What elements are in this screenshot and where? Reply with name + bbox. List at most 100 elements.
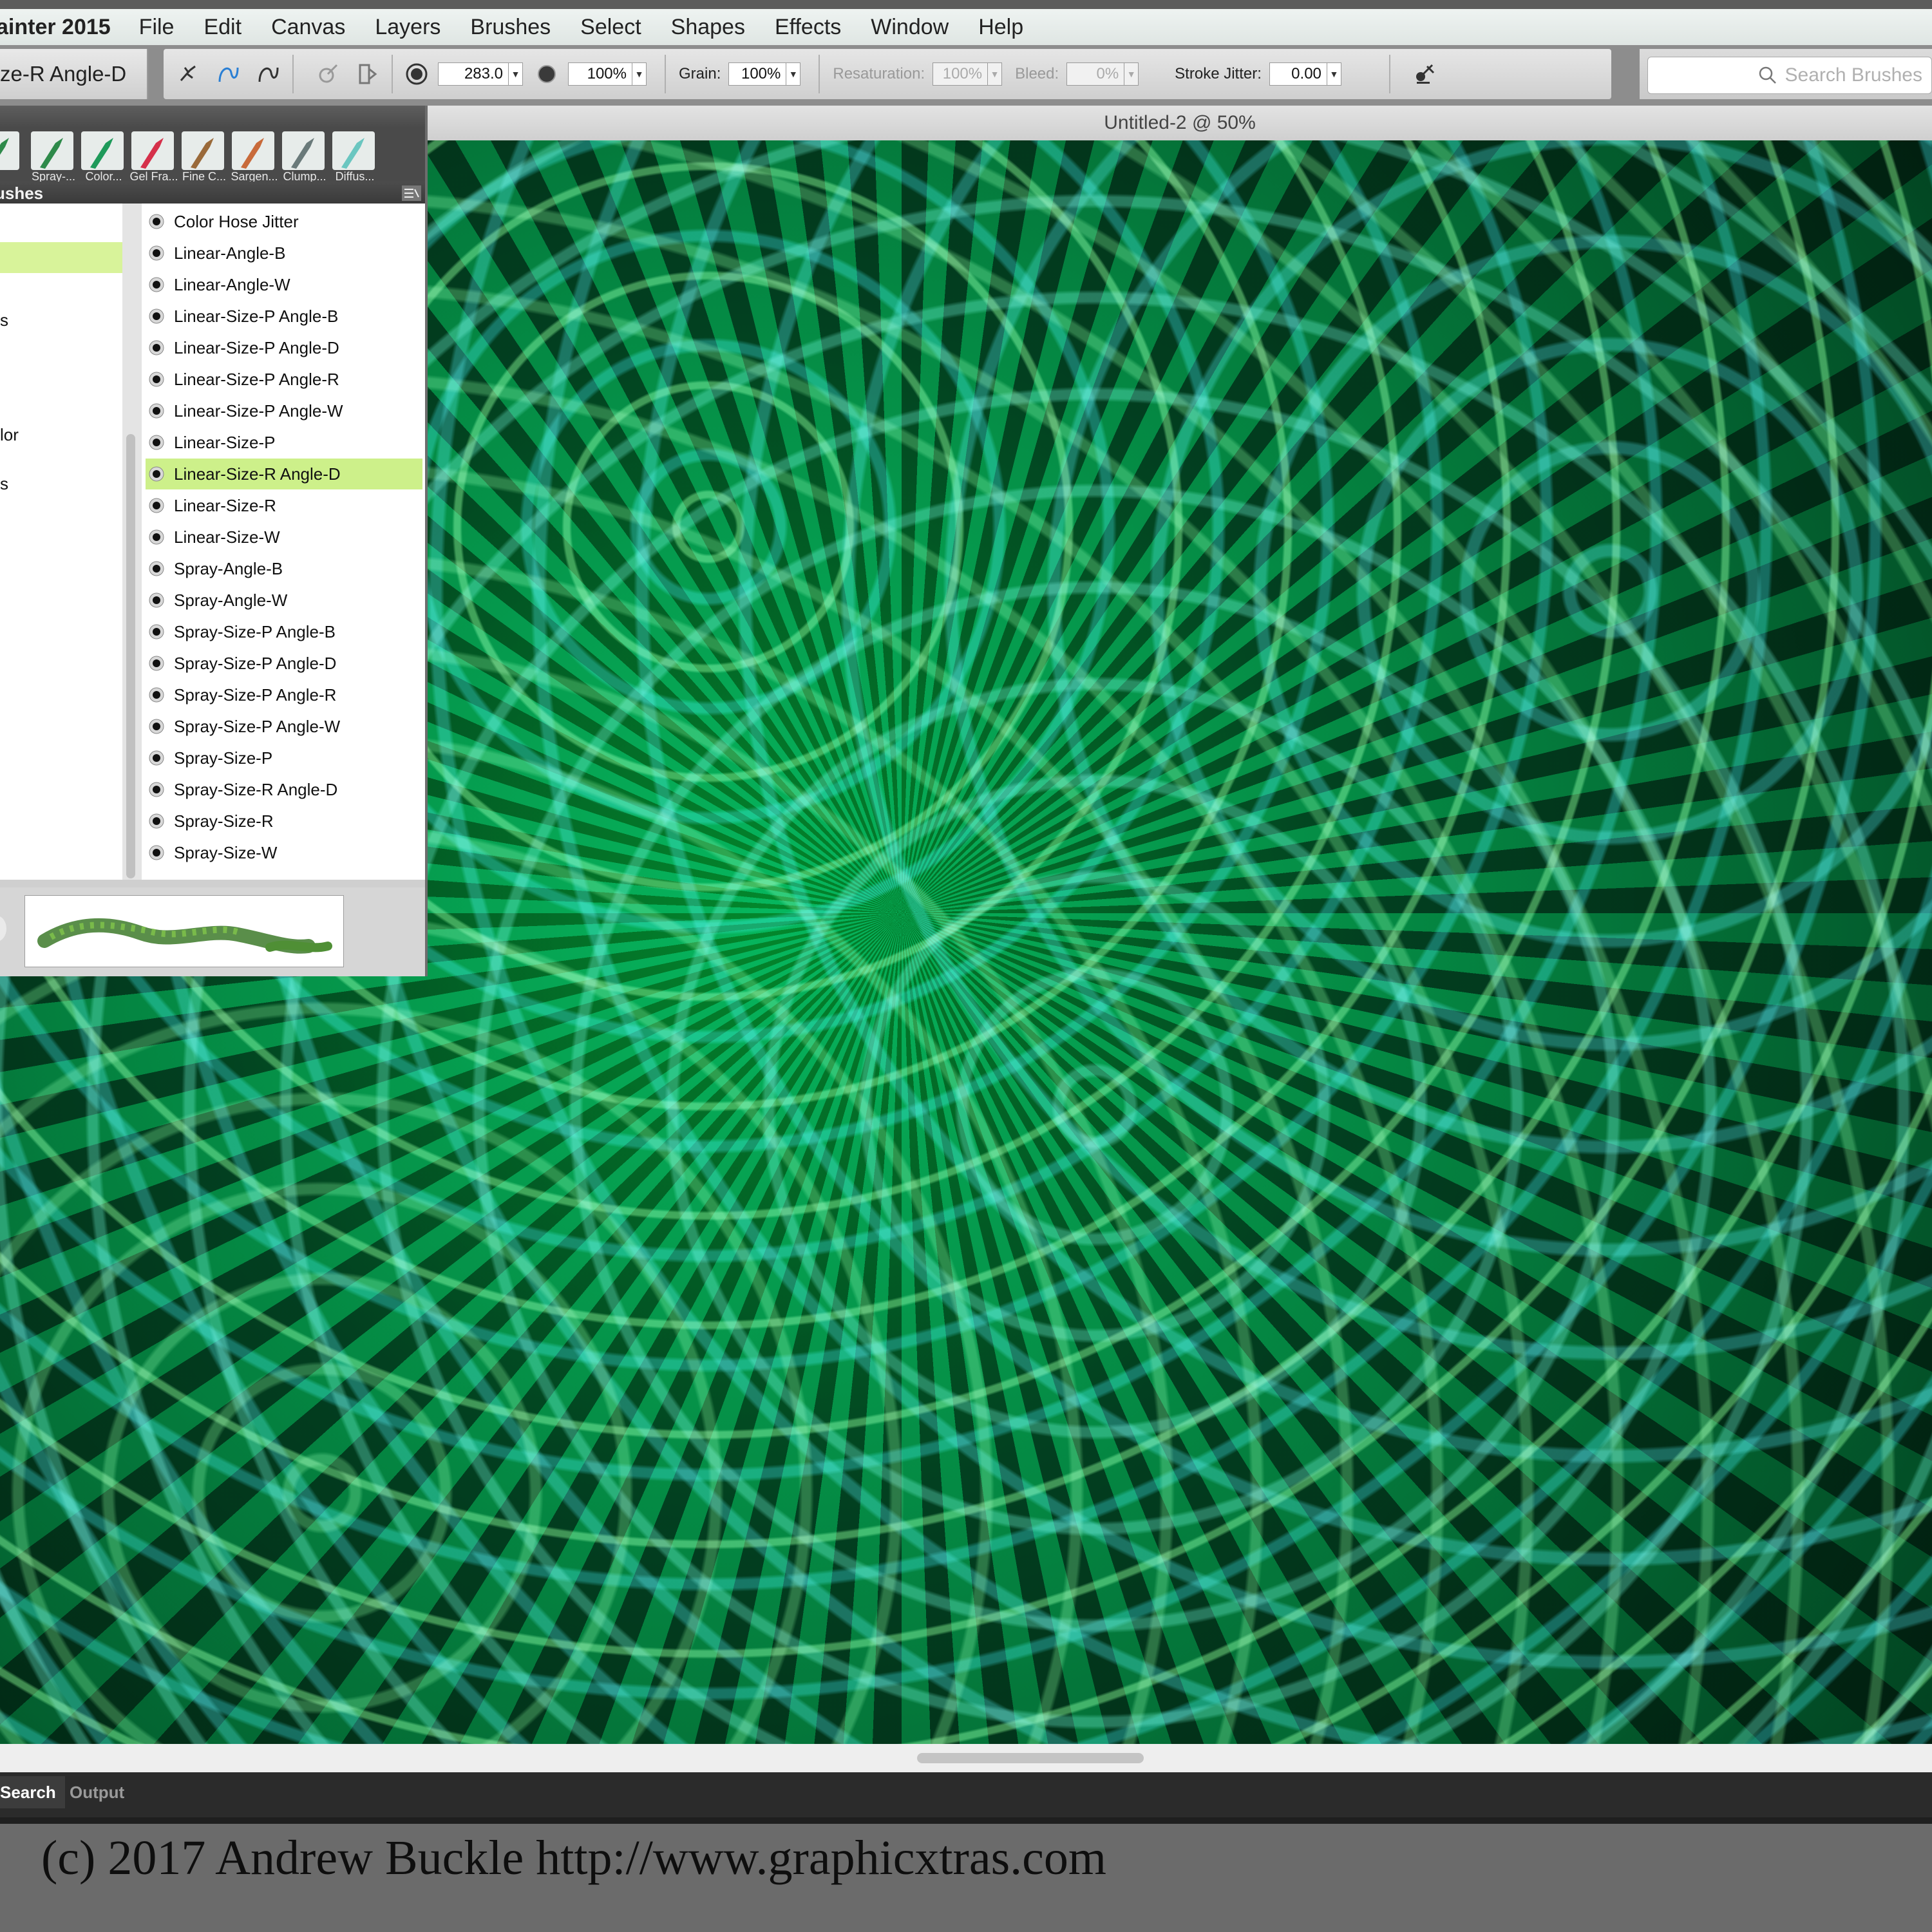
variant-label: Spray-Size-R Angle-D	[174, 779, 338, 799]
brush-controls-button[interactable]	[1410, 59, 1439, 89]
stroke-jitter-dropdown[interactable]: ▼	[1327, 62, 1341, 86]
brush-category-3[interactable]: Gel Fra...	[129, 131, 178, 188]
variant-item[interactable]: Linear-Size-W	[146, 522, 422, 553]
grain-field[interactable]: 100%	[728, 62, 787, 86]
grain-dropdown[interactable]: ▼	[786, 62, 801, 86]
brush-category-5[interactable]: Sargen...	[229, 131, 278, 188]
grain-label: Grain:	[679, 65, 721, 82]
variant-item[interactable]: Linear-Size-P	[146, 427, 422, 458]
brush-dab-icon	[148, 529, 165, 545]
variant-item[interactable]: Spray-Angle-B	[146, 553, 422, 584]
tab-search[interactable]: Search	[0, 1776, 65, 1808]
menu-canvas[interactable]: Canvas	[271, 15, 345, 40]
bottom-panel-edge	[0, 1817, 1932, 1824]
size-dropdown[interactable]: ▼	[509, 62, 523, 86]
variant-item[interactable]: Spray-Size-R Angle-D	[146, 774, 422, 805]
brush-category-icon	[0, 131, 19, 170]
brush-category-7[interactable]: Diffus...	[330, 131, 377, 188]
size-field[interactable]: 283.0	[438, 62, 509, 86]
menu-layers[interactable]: Layers	[375, 15, 440, 40]
category-list-selection[interactable]	[0, 242, 122, 273]
brush-library-panel: Spray-... Color... Gel Fra... Fine C... …	[0, 106, 428, 976]
opacity-field[interactable]: 100%	[568, 62, 632, 86]
variant-item[interactable]: Linear-Angle-W	[146, 269, 422, 300]
horizontal-scrollbar[interactable]	[0, 1744, 1932, 1772]
variant-item[interactable]: Linear-Size-R	[146, 490, 422, 521]
variant-item[interactable]: Linear-Size-P Angle-B	[146, 301, 422, 332]
search-brushes-input[interactable]: Search Brushes	[1647, 57, 1932, 94]
brush-category-6[interactable]: Clump...	[279, 131, 327, 188]
stroke-freehand-button[interactable]	[214, 59, 243, 89]
variant-label: Spray-Size-R	[174, 811, 274, 831]
brush-category-list[interactable]: s lor s	[0, 204, 122, 880]
variant-item-selected[interactable]: Linear-Size-R Angle-D	[146, 459, 422, 489]
menu-shapes[interactable]: Shapes	[671, 15, 745, 40]
menu-file[interactable]: File	[139, 15, 175, 40]
menu-edit[interactable]: Edit	[204, 15, 242, 40]
brush-category-4[interactable]: Fine C...	[179, 131, 227, 188]
category-list-item[interactable]: lor	[0, 425, 19, 445]
property-bar: ze-R Angle-D 283.0 ▼ 100% ▼ Grain: 100% …	[0, 45, 1932, 106]
resaturation-field[interactable]: 100%	[933, 62, 989, 86]
menu-effects[interactable]: Effects	[775, 15, 841, 40]
brush-list-scrollbar[interactable]	[122, 204, 142, 880]
brush-category-0[interactable]	[0, 131, 22, 188]
menu-brushes[interactable]: Brushes	[470, 15, 551, 40]
bleed-field[interactable]: 0%	[1066, 62, 1125, 86]
brush-category-icon	[282, 131, 325, 170]
brush-dab-icon	[148, 276, 165, 293]
brush-category-icon-shape	[291, 138, 314, 169]
brush-dab-icon	[148, 592, 165, 609]
variant-item[interactable]: Spray-Size-P Angle-B	[146, 616, 422, 647]
menu-select[interactable]: Select	[580, 15, 641, 40]
variant-item[interactable]: Linear-Angle-B	[146, 238, 422, 269]
resaturation-dropdown[interactable]: ▼	[988, 62, 1003, 86]
brush-dab-icon	[148, 750, 165, 766]
variant-item[interactable]: Spray-Size-P Angle-R	[146, 679, 422, 710]
variant-item[interactable]: Linear-Size-P Angle-W	[146, 395, 422, 426]
category-list-item[interactable]: s	[0, 310, 8, 330]
smoothing-button[interactable]	[313, 59, 343, 89]
brush-tracking-icon	[319, 64, 338, 83]
stroke-straight-button[interactable]	[254, 59, 283, 89]
bleed-label: Bleed:	[1015, 65, 1059, 82]
menu-window[interactable]: Window	[871, 15, 949, 40]
brushes-panel-title: ushes	[0, 184, 44, 203]
stroke-jitter-field[interactable]: 0.00	[1269, 62, 1327, 86]
opacity-icon	[532, 59, 562, 89]
variant-label: Spray-Size-P Angle-D	[174, 653, 337, 673]
variant-item[interactable]: Spray-Size-W	[146, 837, 422, 868]
fade-button[interactable]	[353, 59, 383, 89]
variant-label: Spray-Size-P Angle-B	[174, 621, 336, 641]
brush-category-icon	[81, 131, 124, 170]
reset-brush-button[interactable]	[174, 59, 204, 89]
variant-item[interactable]: Spray-Angle-W	[146, 585, 422, 616]
variant-label: Linear-Size-P Angle-D	[174, 337, 339, 357]
variant-item[interactable]: Linear-Size-P Angle-R	[146, 364, 422, 395]
menu-bar: ainter 2015 File Edit Canvas Layers Brus…	[0, 9, 1932, 46]
horizontal-scroll-thumb[interactable]	[917, 1753, 1144, 1763]
brush-dab-icon	[148, 308, 165, 325]
category-list-item[interactable]: s	[0, 474, 8, 494]
brush-category-1[interactable]: Spray-...	[28, 131, 76, 188]
variant-label: Linear-Size-R Angle-D	[174, 464, 341, 484]
tab-output[interactable]: Output	[61, 1776, 133, 1808]
panel-menu-icon[interactable]	[402, 185, 421, 201]
opacity-dropdown[interactable]: ▼	[632, 62, 647, 86]
variant-item[interactable]: Spray-Size-P	[146, 743, 422, 773]
variant-item[interactable]: Spray-Size-R	[146, 806, 422, 837]
menu-help[interactable]: Help	[978, 15, 1023, 40]
current-brush-selector[interactable]: ze-R Angle-D	[0, 49, 148, 99]
variant-item[interactable]: Linear-Size-P Angle-D	[146, 332, 422, 363]
panel-title-bar	[0, 106, 425, 128]
brush-category-2[interactable]: Color...	[79, 131, 126, 188]
brush-list-scroll-thumb[interactable]	[126, 434, 135, 878]
variant-item[interactable]: Spray-Size-P Angle-D	[146, 648, 422, 679]
brush-dab-icon	[148, 687, 165, 703]
bleed-dropdown[interactable]: ▼	[1124, 62, 1139, 86]
variant-item[interactable]: Color Hose Jitter	[146, 206, 422, 237]
window-top-strip	[0, 0, 1932, 9]
variant-item[interactable]: Spray-Size-P Angle-W	[146, 711, 422, 742]
brush-dab-icon	[148, 339, 165, 356]
dab-preview-toggle[interactable]	[0, 916, 6, 942]
